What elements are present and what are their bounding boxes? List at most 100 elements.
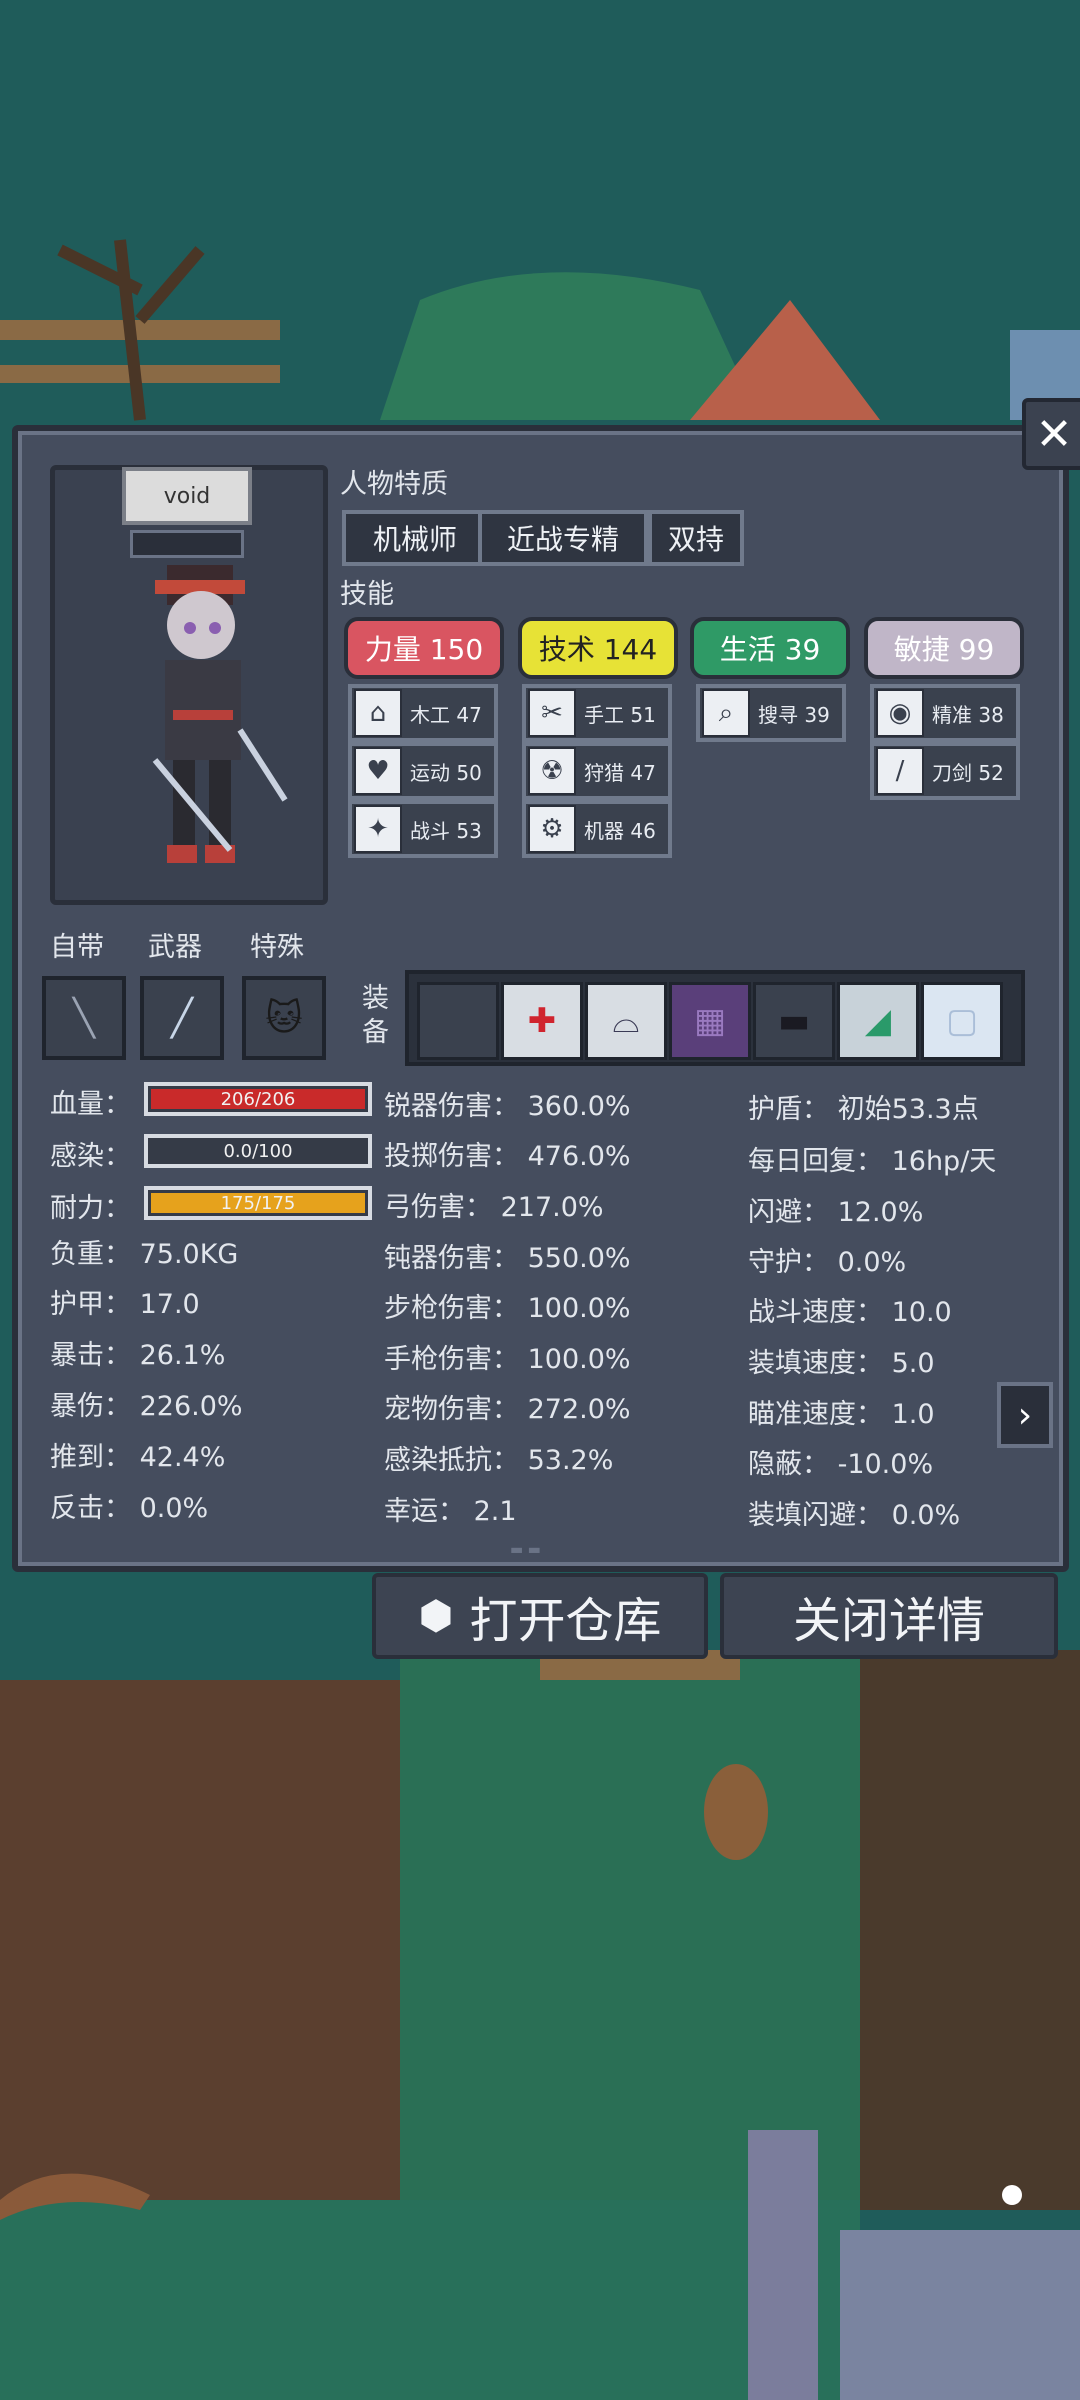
equip-slot-bag[interactable]: ▢ [921,982,1003,1060]
stat-pistol-damage: 手枪伤害： 100.0% [384,1344,631,1375]
character-name: void [122,467,252,525]
close-details-button[interactable]: 关闭详情 [720,1573,1058,1659]
skill-handcraft[interactable]: ✂ 手工 51 [522,684,672,742]
skill-machinery[interactable]: ⚙ 机器 46 [522,800,672,858]
traits-title: 人物特质 [340,469,448,500]
skill-precision-label: 精准 38 [932,702,1004,727]
builtin-slot-label: 自带 [50,932,104,963]
skill-precision[interactable]: ◉ 精准 38 [870,684,1020,742]
skill-combat-label: 战斗 53 [410,818,482,843]
next-page-arrow-icon[interactable]: › [997,1382,1053,1448]
skills-title: 技能 [340,579,394,610]
infection-label: 感染： [50,1141,131,1172]
cat-icon: 🐱 [265,997,303,1039]
special-slot-label: 特殊 [250,932,304,963]
trait-melee-specialist[interactable]: 近战专精 [478,510,648,566]
portrait-hp-bar [130,530,244,558]
attribute-agility[interactable]: 敏捷 99 [864,617,1024,679]
equip-slot-shoes[interactable]: ◢ [837,982,919,1060]
attribute-strength[interactable]: 力量 150 [344,617,504,679]
stat-counter: 反击： 0.0% [50,1493,209,1524]
page-indicator: ▬ ▬ [510,1542,541,1558]
storage-dice-icon: ⬢ [418,1593,454,1639]
eye-icon: ◉ [876,689,924,737]
stat-daily-regen: 每日回复： 16hp/天 [748,1146,997,1177]
skill-blades-label: 刀剑 52 [932,760,1004,785]
special-slot[interactable]: 🐱 [242,976,326,1060]
hp-bar-text: 206/206 [220,1088,296,1110]
stat-bow-damage: 弓伤害： 217.0% [384,1192,604,1223]
scissors-icon: ✂ [528,689,576,737]
skill-search[interactable]: ⌕ 搜寻 39 [696,684,846,742]
stat-rifle-damage: 步枪伤害： 100.0% [384,1293,631,1324]
equip-slot-empty[interactable] [417,982,499,1060]
equipment-row: ✚ ⌓ ▦ ▬ ◢ ▢ [405,970,1025,1066]
stat-crit: 暴击： 26.1% [50,1340,226,1371]
weapon-slot[interactable]: ╱ [140,976,224,1060]
open-storage-label: 打开仓库 [469,1593,662,1649]
stat-aim-speed: 瞄准速度： 1.0 [748,1399,935,1430]
infection-bar-text: 0.0/100 [223,1140,293,1162]
knife-icon: ╱ [171,997,193,1039]
stat-combat-speed: 战斗速度： 10.0 [748,1297,952,1328]
skill-handcraft-label: 手工 51 [584,702,656,727]
stat-shield: 护盾： 初始53.3点 [748,1094,979,1125]
stat-pet-damage: 宠物伤害： 272.0% [384,1394,631,1425]
stat-stealth: 隐蔽： -10.0% [748,1449,934,1480]
weapon-slot-label: 武器 [148,932,202,963]
vest-icon: ▦ [693,1001,727,1041]
open-storage-button[interactable]: ⬢ 打开仓库 [372,1573,708,1659]
stamina-bar-text: 175/175 [220,1192,296,1214]
stat-knockdown: 推到： 42.4% [50,1442,226,1473]
infection-bar: 0.0/100 [144,1134,372,1168]
stat-sharp-damage: 锐器伤害： 360.0% [384,1091,631,1122]
close-icon[interactable]: ✕ [1022,398,1080,470]
stat-guard: 守护： 0.0% [748,1247,907,1278]
equip-slot-medkit[interactable]: ✚ [501,982,583,1060]
medkit-icon: ✚ [527,1001,557,1041]
shoes-icon: ◢ [864,1001,892,1041]
heart-icon: ♥ [354,747,402,795]
flashlight-icon: ▬ [777,1001,811,1041]
stamina-bar: 175/175 [144,1186,372,1220]
stat-reload-dodge: 装填闪避： 0.0% [748,1500,961,1531]
skill-blades[interactable]: / 刀剑 52 [870,742,1020,800]
equip-label: 装备 [362,983,389,1048]
skill-hunting[interactable]: ☢ 狩猎 47 [522,742,672,800]
house-icon: ⌂ [354,689,402,737]
skill-hunting-label: 狩猎 47 [584,760,656,785]
skill-athletics[interactable]: ♥ 运动 50 [348,742,498,800]
hp-label: 血量： [50,1089,131,1120]
stat-crit-damage: 暴伤： 226.0% [50,1391,243,1422]
skill-athletics-label: 运动 50 [410,760,482,785]
attribute-tech[interactable]: 技术 144 [518,617,678,679]
fist-icon: ✦ [354,805,402,853]
glasses-icon: ⌓ [612,1001,640,1041]
stat-luck: 幸运： 2.1 [384,1496,517,1527]
attribute-life[interactable]: 生活 39 [690,617,850,679]
skill-combat[interactable]: ✦ 战斗 53 [348,800,498,858]
stamina-label: 耐力： [50,1193,131,1224]
trait-dual-wield[interactable]: 双持 [648,510,744,566]
trait-mechanic[interactable]: 机械师 [342,510,488,566]
skill-carpentry-label: 木工 47 [410,702,482,727]
stat-reload-speed: 装填速度： 5.0 [748,1348,935,1379]
radiation-icon: ☢ [528,747,576,795]
equip-slot-armor[interactable]: ▦ [669,982,751,1060]
hp-bar: 206/206 [144,1082,372,1116]
stat-dodge: 闪避： 12.0% [748,1197,924,1228]
stat-weight: 负重： 75.0KG [50,1239,239,1270]
stat-infection-resist: 感染抵抗： 53.2% [384,1445,614,1476]
close-details-label: 关闭详情 [792,1593,985,1649]
equip-slot-glasses[interactable]: ⌓ [585,982,667,1060]
stat-blunt-damage: 钝器伤害： 550.0% [384,1243,631,1274]
equip-slot-flashlight[interactable]: ▬ [753,982,835,1060]
skill-machinery-label: 机器 46 [584,818,656,843]
stat-armor: 护甲： 17.0 [50,1289,200,1320]
builtin-weapon-slot[interactable]: ╲ [42,976,126,1060]
gear-icon: ⚙ [528,805,576,853]
skill-carpentry[interactable]: ⌂ 木工 47 [348,684,498,742]
stat-throw-damage: 投掷伤害： 476.0% [384,1141,631,1172]
magnifier-icon: ⌕ [702,689,750,737]
bag-icon: ▢ [945,1001,979,1041]
